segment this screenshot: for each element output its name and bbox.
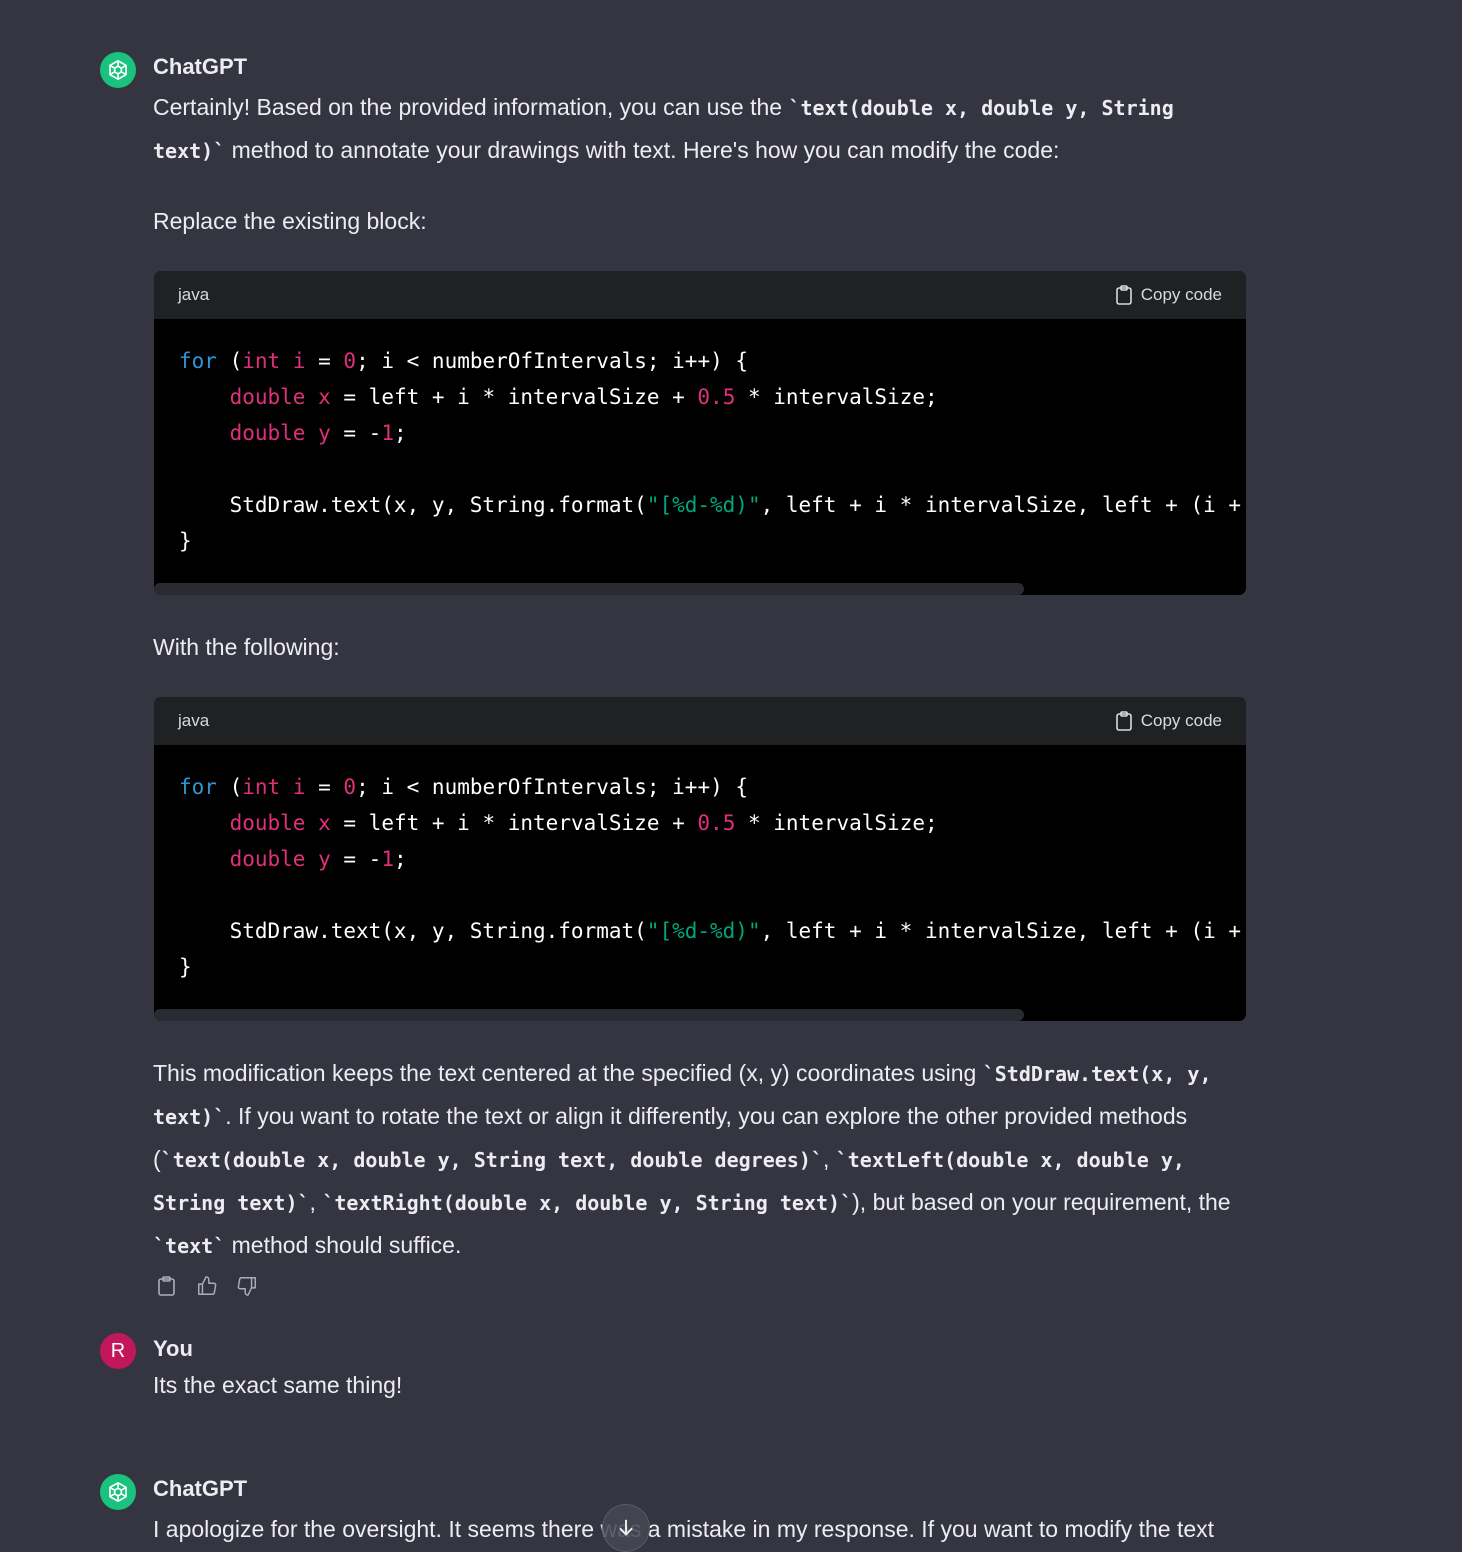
code-content: for (int i = 0; i < numberOfIntervals; i… <box>154 319 1246 559</box>
intro-text-b: method to annotate your drawings with te… <box>225 137 1060 163</box>
code-token: i <box>292 775 306 799</box>
code-token: double <box>229 847 306 871</box>
code-header: java Copy code <box>154 697 1246 745</box>
code-content: for (int i = 0; i < numberOfIntervals; i… <box>154 745 1246 985</box>
code-token: 0 <box>343 349 357 373</box>
message-intro: Certainly! Based on the provided informa… <box>153 86 1245 172</box>
code-token: double <box>229 385 306 409</box>
code-token: 0.5 <box>697 811 736 835</box>
outro-text: , <box>822 1146 836 1172</box>
clipboard-icon <box>1115 711 1132 731</box>
code-block: java Copy code for (int i = 0; i < numbe… <box>154 271 1246 595</box>
code-token: * intervalSize; <box>735 385 938 409</box>
code-token: i <box>292 349 306 373</box>
code-header: java Copy code <box>154 271 1246 319</box>
thumbs-up-icon[interactable] <box>196 1275 218 1297</box>
chatgpt-avatar <box>100 52 136 88</box>
outro-text: ), but based on your requirement, the <box>852 1189 1231 1215</box>
copy-code-label: Copy code <box>1140 711 1222 730</box>
code-token: = left + i * intervalSize + <box>330 385 698 409</box>
inline-code: `textRight(double x, double y, String te… <box>322 1191 853 1215</box>
scroll-to-bottom-button[interactable] <box>602 1504 650 1552</box>
copy-code-button[interactable]: Copy code <box>1115 711 1222 731</box>
code-token: int <box>242 775 281 799</box>
code-token: , left + i * intervalSize, left + (i + <box>760 493 1246 517</box>
code-token: = left + i * intervalSize + <box>330 811 698 835</box>
code-token: ( <box>216 349 243 373</box>
message-author: ChatGPT <box>153 1476 248 1501</box>
code-token: StdDraw.text(x, y, String.format( <box>179 493 647 517</box>
code-language: java <box>178 285 210 304</box>
arrow-down-icon <box>619 1519 633 1536</box>
message-outro: This modification keeps the text centere… <box>153 1052 1245 1267</box>
code-token: 1 <box>381 847 394 871</box>
code-token: StdDraw.text(x, y, String.format( <box>179 919 647 943</box>
code-token: int <box>242 349 281 373</box>
chatgpt-avatar <box>100 1474 136 1510</box>
copy-code-label: Copy code <box>1140 285 1222 304</box>
horizontal-scrollbar[interactable] <box>154 1009 1024 1021</box>
code-token: , left + i * intervalSize, left + (i + <box>760 919 1246 943</box>
code-token: double <box>229 421 306 445</box>
code-token: } <box>179 955 192 979</box>
code-token: ; i < numberOfIntervals; i++) { <box>356 349 749 373</box>
code-token: "[%d-%d)" <box>646 493 761 517</box>
message-author: You <box>153 1336 193 1361</box>
code-token: for <box>179 775 217 799</box>
copy-code-button[interactable]: Copy code <box>1115 285 1222 305</box>
intro-text-a: Certainly! Based on the provided informa… <box>153 94 789 120</box>
code-token: for <box>179 349 217 373</box>
code-token: ( <box>216 775 243 799</box>
with-label: With the following: <box>153 634 340 660</box>
code-language: java <box>178 711 210 730</box>
openai-logo-icon <box>109 1481 127 1503</box>
copy-icon[interactable] <box>156 1275 178 1297</box>
code-token: = - <box>330 421 382 445</box>
code-token: } <box>179 529 192 553</box>
outro-text: , <box>309 1189 323 1215</box>
code-block: java Copy code for (int i = 0; i < numbe… <box>154 697 1246 1021</box>
code-token: 1 <box>381 421 394 445</box>
code-token: y <box>318 421 331 445</box>
message-actions <box>156 1275 258 1297</box>
code-token: ; i < numberOfIntervals; i++) { <box>356 775 749 799</box>
code-token: * intervalSize; <box>735 811 938 835</box>
code-token: ; <box>393 847 407 871</box>
message-author: ChatGPT <box>153 54 248 79</box>
clipboard-icon <box>1115 285 1132 305</box>
code-token: = <box>305 775 344 799</box>
inline-code: `text` <box>153 1234 226 1258</box>
code-token: y <box>318 847 331 871</box>
outro-text: This modification keeps the text centere… <box>153 1060 983 1086</box>
inline-code: `text(double x, double y, String text, d… <box>160 1148 823 1172</box>
user-avatar: R <box>100 1333 136 1369</box>
code-token: x <box>318 385 331 409</box>
code-token: double <box>229 811 306 835</box>
thumbs-down-icon[interactable] <box>236 1275 258 1297</box>
message-text: Its the exact same thing! <box>153 1372 403 1398</box>
code-token: = <box>305 349 344 373</box>
replace-label: Replace the existing block: <box>153 208 427 234</box>
code-token: ; <box>393 421 407 445</box>
message-text: I apologize for the oversight. It seems … <box>153 1516 1215 1542</box>
openai-logo-icon <box>109 59 127 81</box>
code-token: = - <box>330 847 382 871</box>
code-token: x <box>318 811 331 835</box>
horizontal-scrollbar[interactable] <box>154 583 1024 595</box>
outro-text: method should suffice. <box>225 1232 462 1258</box>
code-token: "[%d-%d)" <box>646 919 761 943</box>
code-token: 0.5 <box>697 385 736 409</box>
code-token: 0 <box>343 775 357 799</box>
